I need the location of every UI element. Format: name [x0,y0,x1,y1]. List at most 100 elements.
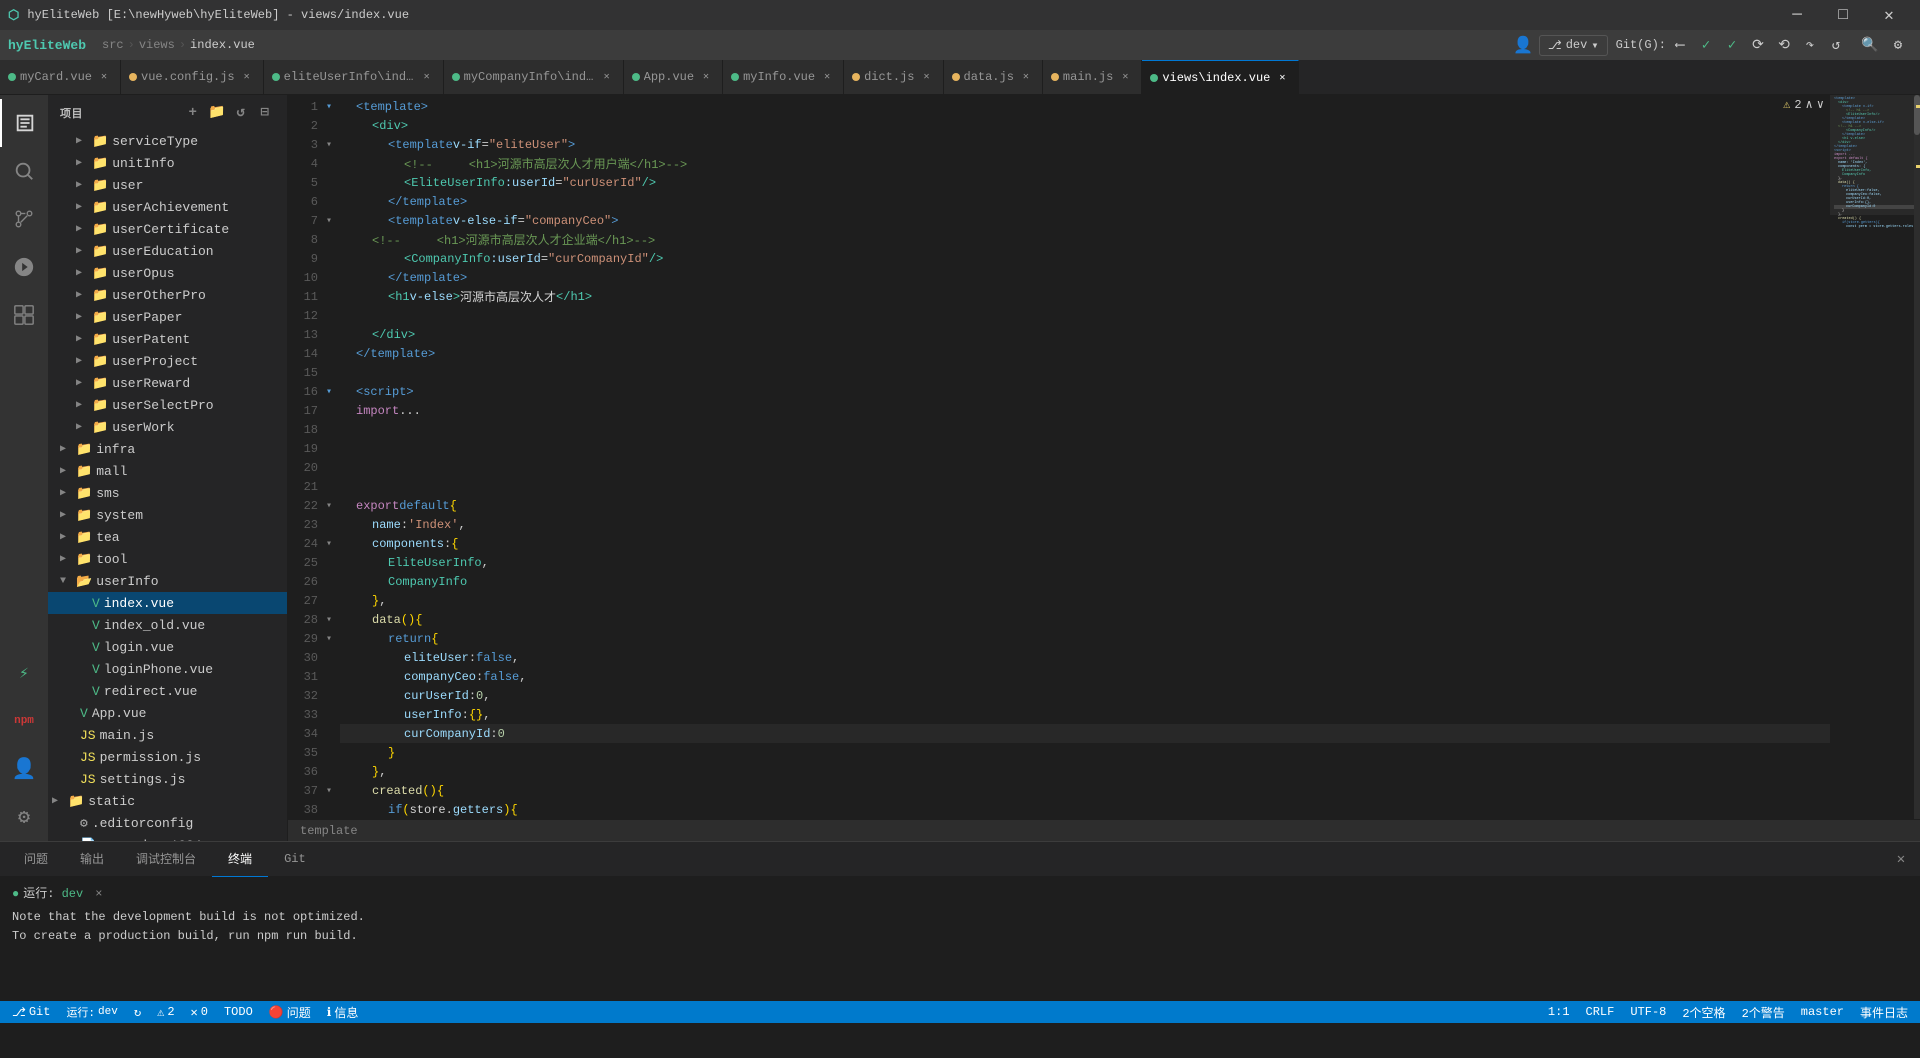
code-line[interactable]: name: 'Index', [340,515,1830,534]
sidebar-item-userReward[interactable]: ▶ 📁 userReward [48,372,287,394]
sidebar-item-userOpus[interactable]: ▶ 📁 userOpus [48,262,287,284]
sidebar-item-mall[interactable]: ▶ 📁 mall [48,460,287,482]
code-line[interactable]: userInfo:{}, [340,705,1830,724]
breadcrumb-src[interactable]: src [98,38,128,52]
git-action-6[interactable]: ↷ [1798,33,1822,57]
fold-marker[interactable]: ▾ [326,139,340,151]
tab-dict[interactable]: dict.js ✕ [844,60,943,94]
account-icon[interactable]: 👤 [0,745,48,793]
sidebar-item-tea[interactable]: ▶ 📁 tea [48,526,287,548]
sidebar-item-userOtherPro[interactable]: ▶ 📁 userOtherPro [48,284,287,306]
explorer-icon[interactable] [0,99,48,147]
code-line[interactable] [340,458,1830,477]
close-button[interactable]: ✕ [1866,0,1912,30]
code-line[interactable] [340,363,1830,382]
code-line[interactable]: } [340,743,1830,762]
tab-myInfo[interactable]: myInfo.vue ✕ [723,60,844,94]
tab-close[interactable]: ✕ [599,69,615,85]
code-line[interactable]: <EliteUserInfo :userId="curUserId"/> [340,173,1830,192]
search-button[interactable]: 🔍 [1856,31,1884,59]
code-line[interactable] [340,306,1830,325]
tab-close[interactable]: ✕ [239,69,255,85]
code-line[interactable] [340,420,1830,439]
sidebar-item-index-vue[interactable]: ▶ V index.vue [48,592,287,614]
tab-close[interactable]: ✕ [1117,69,1133,85]
panel-tab-output[interactable]: 输出 [64,842,120,877]
breadcrumb-file[interactable]: index.vue [186,38,259,52]
sidebar-item-userCertificate[interactable]: ▶ 📁 userCertificate [48,218,287,240]
sidebar-item-permission-js[interactable]: ▶ JS permission.js [48,746,287,768]
code-line[interactable]: companyCeo:false, [340,667,1830,686]
tab-app[interactable]: App.vue ✕ [624,60,723,94]
sidebar-item-loginPhone-vue[interactable]: ▶ V loginPhone.vue [48,658,287,680]
code-line[interactable]: <div> [340,116,1830,135]
down-arrow-icon[interactable]: ∨ [1817,97,1824,112]
git-activity-icon[interactable] [0,195,48,243]
warnings-status[interactable]: 2个警告 [1738,1004,1789,1021]
tab-vueconfig[interactable]: vue.config.js ✕ [121,60,264,94]
new-file-icon[interactable]: + [183,103,203,123]
code-line[interactable]: curUserId:0, [340,686,1830,705]
tab-close[interactable]: ✕ [698,69,714,85]
code-line[interactable]: import ... [340,401,1830,420]
spaces-status[interactable]: 2个空格 [1678,1004,1729,1021]
position-status[interactable]: 1:1 [1544,1005,1574,1019]
tab-close[interactable]: ✕ [919,69,935,85]
git-action-3[interactable]: ✓ [1720,33,1744,57]
tab-close[interactable]: ✕ [96,69,112,85]
code-line[interactable]: <!-- <h1>河源市高层次人才企业端</h1>--> [340,230,1830,249]
code-line[interactable]: export default { [340,496,1830,515]
panel-tab-debug[interactable]: 调试控制台 [120,842,212,877]
code-line[interactable]: <script> [340,382,1830,401]
refresh-icon[interactable]: ↺ [231,103,251,123]
git-action-7[interactable]: ↺ [1824,33,1848,57]
code-line[interactable]: EliteUserInfo, [340,553,1830,572]
sidebar-item-userInfo[interactable]: ▼ 📂 userInfo [48,570,287,592]
sidebar-item-userPatent[interactable]: ▶ 📁 userPatent [48,328,287,350]
tab-close[interactable]: ✕ [1274,70,1290,86]
tab-myCard[interactable]: myCard.vue ✕ [0,60,121,94]
sidebar-item-infra[interactable]: ▶ 📁 infra [48,438,287,460]
git-action-4[interactable]: ⟳ [1746,33,1770,57]
remote-icon[interactable]: ⚡ [0,649,48,697]
tab-close[interactable]: ✕ [419,69,435,85]
sidebar-item-serviceType[interactable]: ▶ 📁 serviceType [48,130,287,152]
code-line[interactable]: <template v-else-if="companyCeo"> [340,211,1830,230]
extensions-activity-icon[interactable] [0,291,48,339]
settings-button[interactable]: ⚙ [1884,31,1912,59]
sidebar-item-App-vue[interactable]: ▶ V App.vue [48,702,287,724]
todo-status[interactable]: TODO [220,1005,257,1019]
code-line[interactable]: </div> [340,325,1830,344]
info-status[interactable]: ℹ 信息 [323,1004,363,1021]
tab-data[interactable]: data.js ✕ [944,60,1043,94]
code-content[interactable]: <template> <div> <template v-if="eliteUs… [340,95,1830,819]
fold-marker[interactable]: ▾ [326,215,340,227]
sidebar-item-redirect-vue[interactable]: ▶ V redirect.vue [48,680,287,702]
code-line[interactable]: <template> [340,97,1830,116]
new-folder-icon[interactable]: 📁 [207,103,227,123]
code-scroll[interactable]: 1 ▾ 2 3 ▾ 4 [288,95,1920,819]
sidebar-item-tool[interactable]: ▶ 📁 tool [48,548,287,570]
debug-activity-icon[interactable] [0,243,48,291]
sidebar-item-static[interactable]: ▶ 📁 static [48,790,287,812]
encoding-status[interactable]: UTF-8 [1626,1005,1670,1019]
git-action-2[interactable]: ✓ [1694,33,1718,57]
user-icon[interactable]: 👤 [1509,31,1537,59]
tab-myCompany[interactable]: myCompanyInfo\index.vue ✕ [444,60,624,94]
tab-main[interactable]: main.js ✕ [1043,60,1142,94]
git-branch-status[interactable]: ⎇ Git [8,1005,54,1020]
code-line[interactable]: <template v-if="eliteUser"> [340,135,1830,154]
collapse-all-icon[interactable]: ⊟ [255,103,275,123]
sync-status[interactable]: ↻ [130,1005,145,1020]
code-line[interactable]: }, [340,591,1830,610]
crlf-status[interactable]: CRLF [1582,1005,1619,1019]
sidebar-item-editorconfig[interactable]: ▶ ⚙ .editorconfig [48,812,287,834]
panel-close-button[interactable]: ✕ [1890,848,1912,870]
tab-views-index[interactable]: views\index.vue ✕ [1142,60,1299,94]
code-line[interactable]: curCompanyId:0 [340,724,1830,743]
sidebar-item-env-demo1024[interactable]: ▶ 📄 .env.demo1024 [48,834,287,841]
event-log-status[interactable]: 事件日志 [1856,1004,1912,1021]
git-action-1[interactable]: ⟵ [1668,33,1692,57]
code-line[interactable] [340,439,1830,458]
search-activity-icon[interactable] [0,147,48,195]
